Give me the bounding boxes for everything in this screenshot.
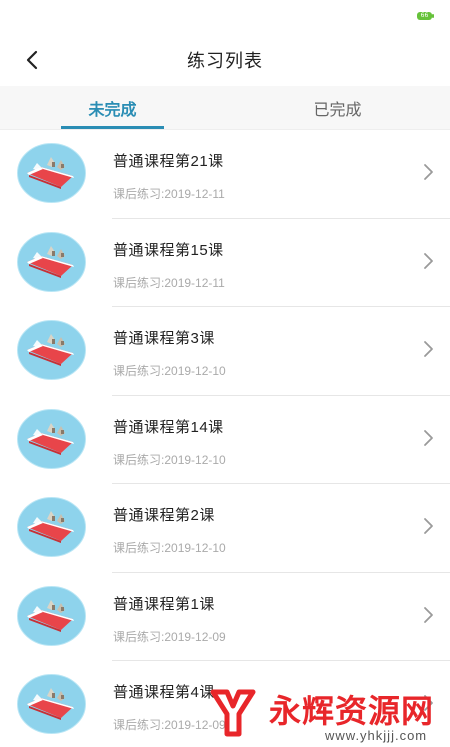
chevron-right-icon <box>424 695 433 711</box>
course-thumbnail <box>17 231 86 292</box>
date-value: 2019-12-11 <box>164 187 225 201</box>
date-label: 课后练习: <box>113 187 165 201</box>
book-icon <box>17 231 86 292</box>
exercise-date: 课后练习:2019-12-11 <box>113 185 225 202</box>
course-thumbnail <box>17 674 86 734</box>
exercise-date: 课后练习:2019-12-11 <box>113 274 225 291</box>
course-thumbnail <box>17 320 86 380</box>
course-title: 普通课程第14课 <box>113 418 224 436</box>
book-icon <box>17 143 86 203</box>
exercise-list: 普通课程第21课 课后练习:2019-12-11 普通课程第15课 课后练习:2… <box>0 130 450 747</box>
tab-incomplete[interactable]: 未完成 <box>0 86 225 129</box>
chevron-right-icon <box>424 606 433 623</box>
course-thumbnail <box>17 585 86 646</box>
tab-completed[interactable]: 已完成 <box>225 86 450 129</box>
book-icon <box>17 497 86 557</box>
course-thumbnail <box>17 408 86 469</box>
date-value: 2019-12-10 <box>164 364 226 378</box>
course-thumbnail <box>17 497 86 557</box>
status-bar: 66 <box>0 0 450 34</box>
book-icon <box>17 320 86 380</box>
course-title: 普通课程第15课 <box>113 241 224 259</box>
course-thumbnail <box>17 143 86 203</box>
date-label: 课后练习: <box>113 364 165 378</box>
book-icon <box>17 408 86 469</box>
course-title: 普通课程第4课 <box>113 684 215 701</box>
date-label: 课后练习: <box>113 452 165 467</box>
exercise-date: 课后练习:2019-12-09 <box>113 716 226 733</box>
list-item[interactable]: 普通课程第4课 课后练习:2019-12-09 <box>0 661 450 747</box>
tab-bar: 未完成 已完成 <box>0 86 450 130</box>
book-icon <box>17 674 86 734</box>
page-title: 练习列表 <box>187 51 263 71</box>
date-value: 2019-12-11 <box>164 275 225 290</box>
date-label: 课后练习: <box>113 275 165 290</box>
exercise-date: 课后练习:2019-12-10 <box>113 362 226 379</box>
exercise-date: 课后练习:2019-12-10 <box>113 539 226 556</box>
chevron-right-icon <box>424 252 433 269</box>
course-title: 普通课程第1课 <box>113 595 215 613</box>
date-label: 课后练习: <box>113 541 165 555</box>
back-button[interactable] <box>14 42 50 78</box>
list-item[interactable]: 普通课程第3课 课后练习:2019-12-10 <box>0 307 450 396</box>
chevron-left-icon <box>26 50 38 70</box>
list-item[interactable]: 普通课程第2课 课后练习:2019-12-10 <box>0 484 450 573</box>
chevron-right-icon <box>424 164 433 180</box>
list-item[interactable]: 普通课程第14课 课后练习:2019-12-10 <box>0 396 450 484</box>
date-value: 2019-12-10 <box>164 452 226 467</box>
date-label: 课后练习: <box>113 629 165 644</box>
course-title: 普通课程第2课 <box>113 507 215 524</box>
date-label: 课后练习: <box>113 718 165 732</box>
chevron-right-icon <box>424 518 433 534</box>
book-icon <box>17 585 86 646</box>
course-title: 普通课程第21课 <box>113 153 224 170</box>
list-item[interactable]: 普通课程第1课 课后练习:2019-12-09 <box>0 573 450 661</box>
chevron-right-icon <box>424 341 433 357</box>
date-value: 2019-12-10 <box>164 541 226 555</box>
course-title: 普通课程第3课 <box>113 330 215 347</box>
exercise-date: 课后练习:2019-12-09 <box>113 628 226 645</box>
battery-icon: 66 <box>417 12 434 20</box>
list-item[interactable]: 普通课程第15课 课后练习:2019-12-11 <box>0 219 450 307</box>
date-value: 2019-12-09 <box>164 718 226 732</box>
date-value: 2019-12-09 <box>164 629 226 644</box>
chevron-right-icon <box>424 429 433 446</box>
exercise-date: 课后练习:2019-12-10 <box>113 451 226 468</box>
nav-bar: 练习列表 <box>0 34 450 86</box>
list-item[interactable]: 普通课程第21课 课后练习:2019-12-11 <box>0 130 450 219</box>
battery-level: 66 <box>420 12 429 19</box>
